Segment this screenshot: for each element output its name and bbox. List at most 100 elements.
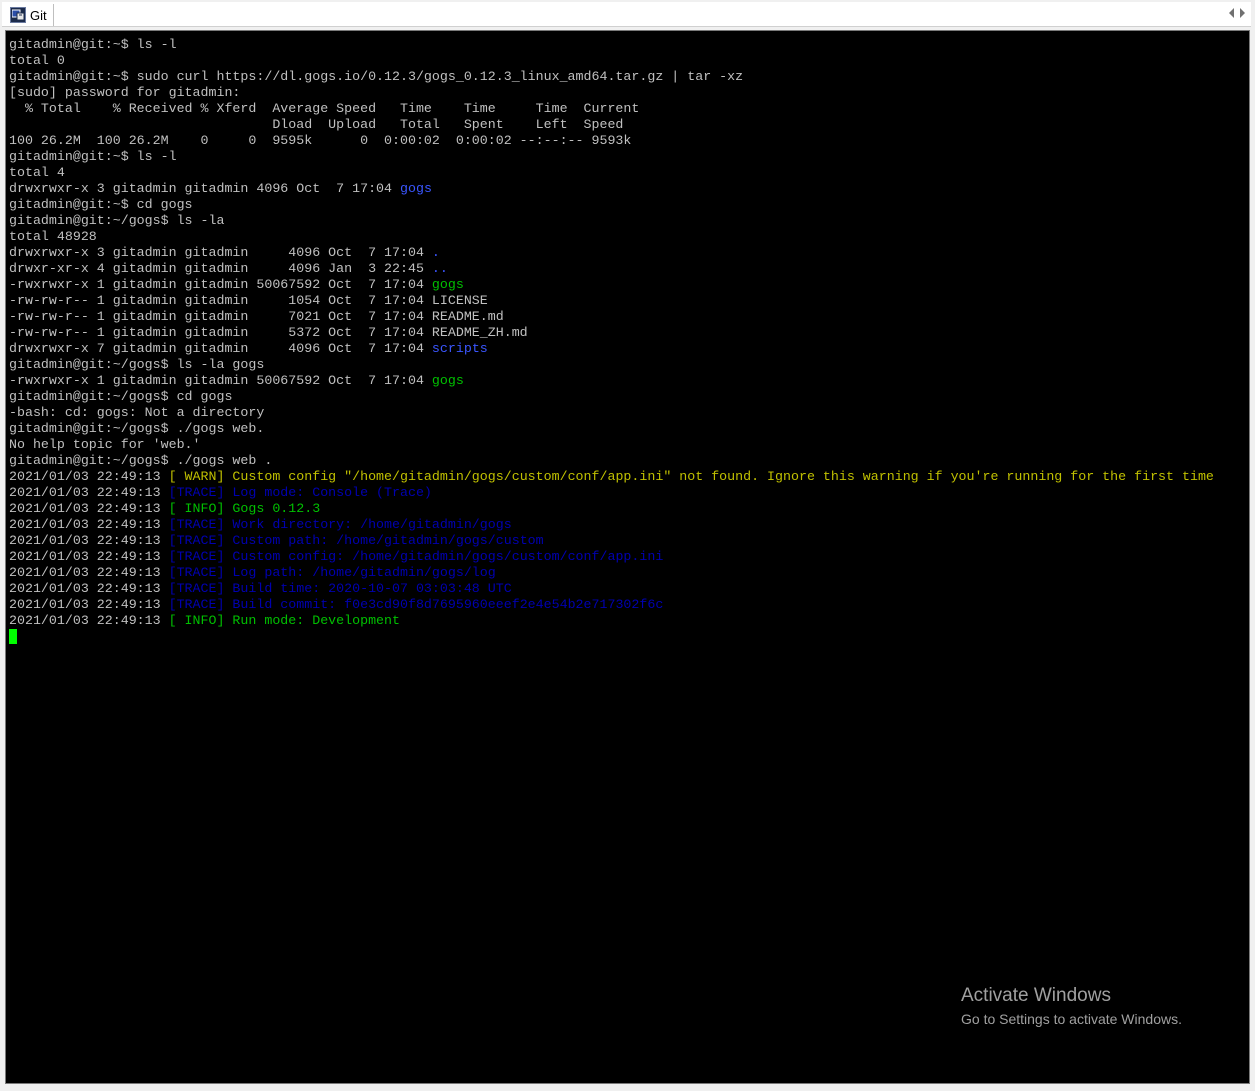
terminal-text: drwxrwxr-x 3 gitadmin gitadmin 4096 Oct … xyxy=(9,181,400,196)
terminal-line: 2021/01/03 22:49:13 [ INFO] Gogs 0.12.3 xyxy=(9,501,1214,517)
terminal-line: 2021/01/03 22:49:13 [TRACE] Custom confi… xyxy=(9,549,1214,565)
terminal-text: gitadmin@git:~$ cd gogs xyxy=(9,197,193,212)
terminal-line: -rwxrwxr-x 1 gitadmin gitadmin 50067592 … xyxy=(9,373,1214,389)
terminal-text: No help topic for 'web.' xyxy=(9,437,201,452)
terminal-text: -rw-rw-r-- 1 gitadmin gitadmin 5372 Oct … xyxy=(9,325,528,340)
activate-windows-watermark: Activate Windows Go to Settings to activ… xyxy=(961,984,1182,1030)
terminal-text: 2021/01/03 22:49:13 xyxy=(9,565,169,580)
terminal-line: -bash: cd: gogs: Not a directory xyxy=(9,405,1214,421)
terminal-line: gitadmin@git:~$ ls -l xyxy=(9,37,1214,53)
terminal-text: 2021/01/03 22:49:13 xyxy=(9,469,169,484)
tab-git[interactable]: Git xyxy=(10,4,54,26)
terminal-text: gitadmin@git:~/gogs$ ./gogs web. xyxy=(9,421,265,436)
terminal-text: [sudo] password for gitadmin: xyxy=(9,85,241,100)
terminal-text: [TRACE] Custom config: /home/gitadmin/go… xyxy=(168,549,664,564)
terminal-line: gitadmin@git:~/gogs$ ./gogs web . xyxy=(9,453,1214,469)
terminal-text: gogs xyxy=(431,277,464,292)
terminal-text: 2021/01/03 22:49:13 xyxy=(9,501,169,516)
terminal-text: drwxrwxr-x 7 gitadmin gitadmin 4096 Oct … xyxy=(9,341,432,356)
scroll-left-icon[interactable] xyxy=(1229,8,1234,18)
terminal-text: [ INFO] Run mode: Development xyxy=(168,613,400,628)
terminal-text: drwxrwxr-x 3 gitadmin gitadmin 4096 Oct … xyxy=(9,245,432,260)
tab-bar: Git xyxy=(2,2,1251,27)
terminal-line: gitadmin@git:~$ sudo curl https://dl.gog… xyxy=(9,69,1214,85)
terminal-text: 2021/01/03 22:49:13 xyxy=(9,613,169,628)
terminal-line: total 48928 xyxy=(9,229,1214,245)
terminal-line: total 0 xyxy=(9,53,1214,69)
terminal-line: 2021/01/03 22:49:13 [TRACE] Build time: … xyxy=(9,581,1214,597)
terminal-text: [ INFO] Gogs 0.12.3 xyxy=(168,501,321,516)
terminal-line: -rw-rw-r-- 1 gitadmin gitadmin 5372 Oct … xyxy=(9,325,1214,341)
terminal-text: [TRACE] Log mode: Console (Trace) xyxy=(168,485,432,500)
terminal-line: No help topic for 'web.' xyxy=(9,437,1214,453)
terminal-line: gitadmin@git:~$ cd gogs xyxy=(9,197,1214,213)
terminal-text: 2021/01/03 22:49:13 xyxy=(9,485,169,500)
terminal-text: gitadmin@git:~/gogs$ ls -la xyxy=(9,213,225,228)
terminal-text: Dload Upload Total Spent Left Speed xyxy=(9,117,624,132)
terminal-text: -rw-rw-r-- 1 gitadmin gitadmin 7021 Oct … xyxy=(9,309,504,324)
terminal-line: 2021/01/03 22:49:13 [TRACE] Work directo… xyxy=(9,517,1214,533)
terminal-line: -rw-rw-r-- 1 gitadmin gitadmin 7021 Oct … xyxy=(9,309,1214,325)
terminal-line: -rwxrwxr-x 1 gitadmin gitadmin 50067592 … xyxy=(9,277,1214,293)
terminal-text: [ WARN] Custom config "/home/gitadmin/go… xyxy=(168,469,1214,484)
terminal-text: [TRACE] Build commit: f0e3cd90f8d7695960… xyxy=(168,597,664,612)
terminal-text: 2021/01/03 22:49:13 xyxy=(9,549,169,564)
terminal-text: . xyxy=(431,245,440,260)
terminal-text: [TRACE] Custom path: /home/gitadmin/gogs… xyxy=(168,533,544,548)
terminal-text: .. xyxy=(431,261,448,276)
watermark-subtitle: Go to Settings to activate Windows. xyxy=(961,1011,1182,1027)
terminal-line: Dload Upload Total Spent Left Speed xyxy=(9,117,1214,133)
terminal-text: [TRACE] Log path: /home/gitadmin/gogs/lo… xyxy=(168,565,496,580)
terminal-scrollbar[interactable] xyxy=(1246,31,1249,1083)
terminal-line: 100 26.2M 100 26.2M 0 0 9595k 0 0:00:02 … xyxy=(9,133,1214,149)
tab-scroll-arrows xyxy=(1229,8,1245,18)
terminal-text: 2021/01/03 22:49:13 xyxy=(9,533,169,548)
terminal-line: drwxrwxr-x 7 gitadmin gitadmin 4096 Oct … xyxy=(9,341,1214,357)
terminal-line: 2021/01/03 22:49:13 [TRACE] Build commit… xyxy=(9,597,1214,613)
terminal-text: 2021/01/03 22:49:13 xyxy=(9,597,169,612)
terminal-line: gitadmin@git:~/gogs$ ls -la gogs xyxy=(9,357,1214,373)
terminal-text: -rw-rw-r-- 1 gitadmin gitadmin 1054 Oct … xyxy=(9,293,488,308)
terminal-line: % Total % Received % Xferd Average Speed… xyxy=(9,101,1214,117)
terminal-text: total 48928 xyxy=(9,229,97,244)
terminal-line: 2021/01/03 22:49:13 [TRACE] Custom path:… xyxy=(9,533,1214,549)
terminal-text: -bash: cd: gogs: Not a directory xyxy=(9,405,265,420)
terminal-text: total 0 xyxy=(9,53,65,68)
watermark-title: Activate Windows xyxy=(961,985,1111,1006)
terminal-text: [TRACE] Work directory: /home/gitadmin/g… xyxy=(168,517,512,532)
terminal-line: 2021/01/03 22:49:13 [ WARN] Custom confi… xyxy=(9,469,1214,485)
terminal-line: drwxrwxr-x 3 gitadmin gitadmin 4096 Oct … xyxy=(9,181,1214,197)
terminal-text: gogs xyxy=(431,373,464,388)
terminal-text: gitadmin@git:~/gogs$ cd gogs xyxy=(9,389,233,404)
terminal-line: 2021/01/03 22:49:13 [ INFO] Run mode: De… xyxy=(9,613,1214,629)
terminal-line: gitadmin@git:~/gogs$ ls -la xyxy=(9,213,1214,229)
terminal-line: gitadmin@git:~/gogs$ ./gogs web. xyxy=(9,421,1214,437)
terminal-line: -rw-rw-r-- 1 gitadmin gitadmin 1054 Oct … xyxy=(9,293,1214,309)
terminal-text: gitadmin@git:~$ ls -l xyxy=(9,149,177,164)
terminal-text: gitadmin@git:~/gogs$ ./gogs web . xyxy=(9,453,273,468)
terminal-text: 2021/01/03 22:49:13 xyxy=(9,517,169,532)
terminal-line: 2021/01/03 22:49:13 [TRACE] Log mode: Co… xyxy=(9,485,1214,501)
terminal-text: gitadmin@git:~/gogs$ ls -la gogs xyxy=(9,357,265,372)
terminal-text: gogs xyxy=(400,181,432,196)
scroll-right-icon[interactable] xyxy=(1240,8,1245,18)
terminal-line: drwxrwxr-x 3 gitadmin gitadmin 4096 Oct … xyxy=(9,245,1214,261)
terminal-line: 2021/01/03 22:49:13 [TRACE] Log path: /h… xyxy=(9,565,1214,581)
terminal-output: gitadmin@git:~$ ls -l total 0 gitadmin@git… xyxy=(9,37,1214,645)
terminal-text: scripts xyxy=(431,341,488,356)
terminal-text: gitadmin@git:~$ ls -l xyxy=(9,37,177,52)
terminal-text: -rwxrwxr-x 1 gitadmin gitadmin 50067592 … xyxy=(9,373,432,388)
terminal-text: % Total % Received % Xferd Average Speed… xyxy=(9,101,640,116)
terminal-cursor xyxy=(9,629,17,644)
terminal-line: drwxr-xr-x 4 gitadmin gitadmin 4096 Jan … xyxy=(9,261,1214,277)
terminal-cursor-line xyxy=(9,629,1214,645)
putty-window: Git gitadmin@git:~$ ls -l total 0 gitadmin… xyxy=(0,0,1255,1091)
terminal-line: total 4 xyxy=(9,165,1214,181)
terminal-text: 2021/01/03 22:49:13 xyxy=(9,581,169,596)
terminal-text: total 4 xyxy=(9,165,65,180)
terminal-screen[interactable]: gitadmin@git:~$ ls -l total 0 gitadmin@git… xyxy=(5,30,1250,1084)
terminal-line: gitadmin@git:~/gogs$ cd gogs xyxy=(9,389,1214,405)
terminal-text: -rwxrwxr-x 1 gitadmin gitadmin 50067592 … xyxy=(9,277,432,292)
terminal-text: 100 26.2M 100 26.2M 0 0 9595k 0 0:00:02 … xyxy=(9,133,632,148)
terminal-line: gitadmin@git:~$ ls -l xyxy=(9,149,1214,165)
